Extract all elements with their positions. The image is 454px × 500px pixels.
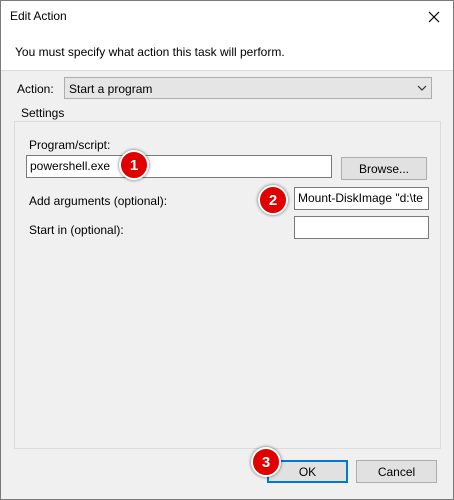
annotation-badge-3: 3 bbox=[251, 447, 281, 477]
edit-action-dialog: Edit Action You must specify what action… bbox=[0, 0, 454, 500]
add-arguments-label: Add arguments (optional): bbox=[29, 194, 168, 208]
cancel-button[interactable]: Cancel bbox=[356, 460, 437, 483]
start-in-label: Start in (optional): bbox=[29, 223, 124, 237]
header-separator bbox=[1, 70, 453, 71]
start-in-input[interactable] bbox=[294, 216, 429, 239]
settings-legend: Settings bbox=[21, 106, 65, 120]
annotation-badge-2: 2 bbox=[258, 185, 288, 215]
instruction-message: You must specify what action this task w… bbox=[15, 45, 285, 59]
message-area: You must specify what action this task w… bbox=[1, 32, 453, 71]
window-title: Edit Action bbox=[10, 9, 67, 23]
action-select[interactable]: Start a program bbox=[64, 77, 432, 99]
program-script-label: Program/script: bbox=[29, 138, 111, 152]
title-bar: Edit Action bbox=[1, 1, 453, 32]
action-label: Action: bbox=[17, 82, 54, 96]
close-icon bbox=[428, 11, 440, 22]
chevron-down-icon bbox=[417, 85, 427, 91]
annotation-badge-1: 1 bbox=[119, 150, 149, 180]
browse-button[interactable]: Browse... bbox=[341, 157, 427, 180]
program-script-input[interactable]: powershell.exe bbox=[26, 155, 332, 178]
close-button[interactable] bbox=[415, 1, 453, 32]
action-select-value: Start a program bbox=[69, 82, 153, 96]
add-arguments-input[interactable]: Mount-DiskImage "d:\te bbox=[294, 187, 429, 210]
